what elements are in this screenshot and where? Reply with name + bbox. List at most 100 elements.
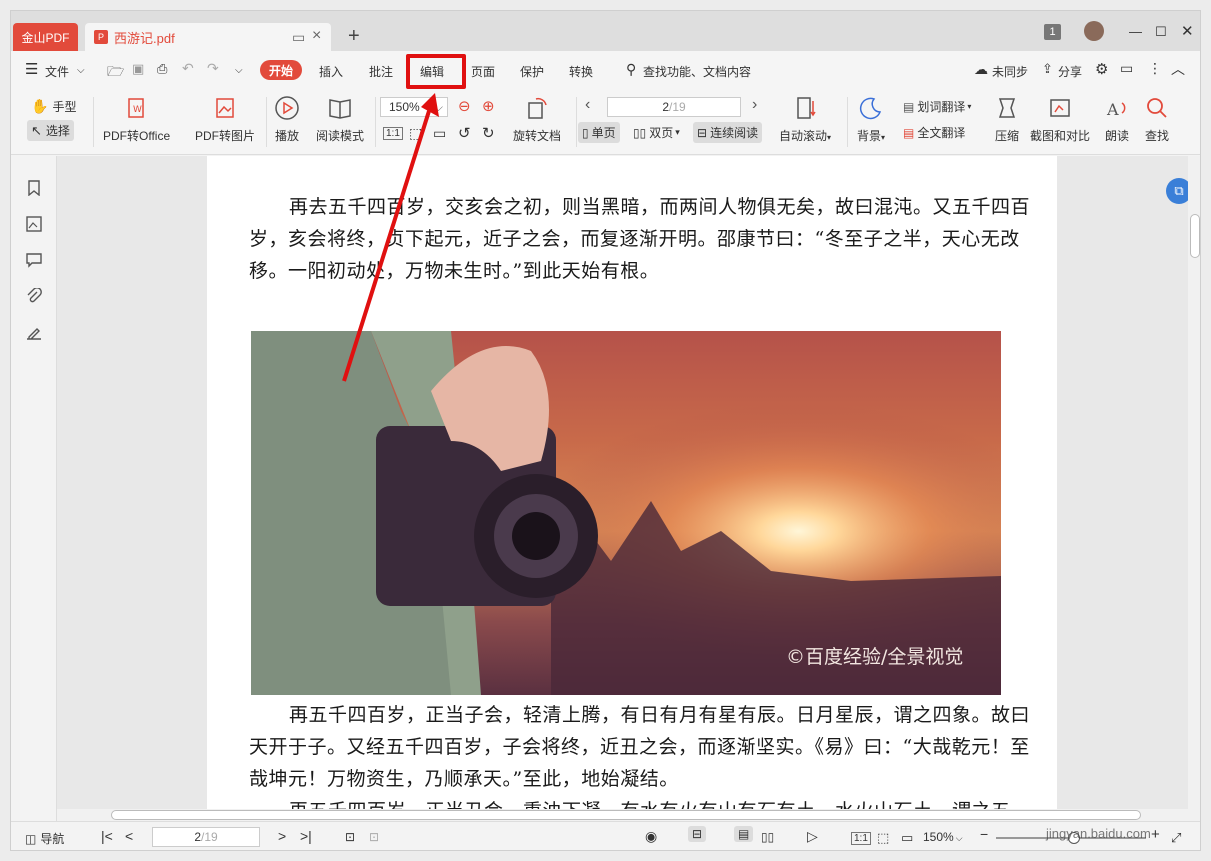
last-page-icon[interactable]: >| [300,828,312,844]
float-window-icon[interactable]: ▭ [292,29,305,46]
prev-page-icon[interactable]: ‹ [585,96,590,114]
paragraph: 再去五千四百岁，交亥会之初，则当黑暗，而两间人物俱无矣，故曰混沌。又五千四百岁，… [249,196,1031,282]
word-translate-button[interactable]: ▤ 划词翻译 ▾ [903,98,971,115]
page-input[interactable]: 2/19 [152,827,260,847]
ai-assistant-icon[interactable]: ⧉ [1166,178,1188,204]
auto-scroll-button[interactable]: 自动滚动▾ [779,95,831,144]
rotate-left-icon[interactable]: ↺ [458,124,471,142]
navigation-toggle[interactable]: ◫ 导航 [25,830,64,847]
actual-size-icon[interactable]: 1:1 [851,832,871,845]
sync-status[interactable]: 未同步 [992,63,1028,80]
minimize-icon[interactable]: — [1129,24,1142,39]
fullscreen-icon[interactable]: ⤢ [1171,830,1181,846]
page-current: 2 [662,100,669,114]
file-menu[interactable]: 文件 [45,63,69,80]
compress-button[interactable]: 压缩 [994,95,1020,144]
full-translate-button[interactable]: ▤ 全文翻译 [903,124,965,141]
divider [576,97,577,147]
close-window-icon[interactable]: ✕ [1181,22,1194,40]
read-aloud-button[interactable]: A 朗读 [1104,95,1130,144]
message-icon[interactable]: ▭ [1120,60,1133,77]
single-page-mode-icon[interactable]: ▤ [734,826,754,842]
signature-icon[interactable] [24,322,44,342]
pdf-to-image-button[interactable]: PDF转图片 [195,95,255,144]
word-translate-label: 划词翻译 [917,100,966,114]
thumbnail-icon[interactable] [24,214,44,234]
pdf-to-office-button[interactable]: W PDF转Office [103,95,170,144]
select-tool[interactable]: ↖ 选择 [27,120,74,141]
actual-size-icon[interactable]: 1:1 [383,127,403,140]
zoom-out-icon[interactable]: − [980,826,988,842]
rotate-right-icon[interactable]: ↻ [482,124,495,142]
document-view[interactable]: 再去五千四百岁，交亥会之初，则当黑暗，而两间人物俱无矣，故曰混沌。又五千四百岁，… [57,156,1188,821]
settings-icon[interactable]: ⚙ [1095,60,1108,78]
collapse-ribbon-icon[interactable]: ︿ [1171,59,1185,79]
hand-tool[interactable]: ✋ 手型 [31,98,76,115]
vertical-scrollbar[interactable] [1188,156,1200,821]
back-icon[interactable]: ⊡ [345,830,355,844]
zoom-in-icon[interactable]: + [1151,826,1160,843]
horizontal-scroll-thumb[interactable] [111,810,1141,820]
tab-convert[interactable]: 转换 [569,63,593,80]
fit-width-icon[interactable]: ▭ [433,125,446,142]
horizontal-scrollbar[interactable] [57,809,1188,821]
print-icon[interactable]: ⎙ [157,61,167,77]
zoom-select[interactable]: 150% ⌵ [380,97,448,117]
tab-page[interactable]: 页面 [471,63,495,80]
undo-icon[interactable]: ↶ [182,60,194,77]
new-tab-button[interactable]: + [348,25,360,48]
comment-icon[interactable] [24,250,44,270]
tab-start[interactable]: 开始 [260,60,302,80]
page-input[interactable]: 2/19 [607,97,741,117]
avatar[interactable] [1084,21,1104,41]
fit-page-icon[interactable]: ⬚ [877,830,889,846]
fit-page-icon[interactable]: ⬚ [409,125,422,142]
maximize-icon[interactable]: ☐ [1155,24,1167,40]
zoom-level[interactable]: 150% ⌵ [923,830,963,844]
chevron-down-icon: ▾ [675,127,680,137]
continuous-mode-icon[interactable]: ⊟ [688,826,707,842]
vertical-scroll-thumb[interactable] [1190,214,1200,258]
sunset-camera-illustration: ©百度经验/全景视觉 [251,331,1001,695]
attachment-icon[interactable] [24,286,44,306]
redo-icon[interactable]: ↷ [207,60,219,77]
first-page-icon[interactable]: |< [101,828,113,844]
save-icon[interactable]: ▣ [132,61,144,77]
share-button[interactable]: 分享 [1058,63,1082,80]
tab-annotate[interactable]: 批注 [369,63,393,80]
crop-compare-button[interactable]: 截图和对比 [1030,95,1090,144]
find-button[interactable]: 查找 [1144,95,1170,144]
double-page-mode-icon[interactable]: ▯▯ [761,830,774,844]
quick-access-dropdown-icon[interactable]: ⌵ [235,65,243,76]
open-icon[interactable]: 🗁 [107,61,124,85]
play-icon[interactable]: ▷ [807,828,818,845]
rotate-document-button[interactable]: 旋转文档 [513,95,561,144]
zoom-in-icon[interactable]: ⊕ [482,97,495,115]
hamburger-icon[interactable]: ☰ [25,60,38,78]
more-icon[interactable]: ⋮ [1148,60,1162,77]
fit-width-icon[interactable]: ▭ [901,830,913,846]
feature-search[interactable]: 查找功能、文档内容 [643,63,751,80]
forward-icon[interactable]: ⊡ [369,830,379,844]
chevron-down-icon[interactable]: ⌵ [77,65,85,76]
single-page-button[interactable]: ▯ 单页 [578,122,620,143]
prev-page-icon[interactable]: < [125,828,133,844]
double-page-button[interactable]: ▯▯ 双页 ▾ [633,124,680,141]
play-button[interactable]: 播放 [274,95,300,144]
bookmark-icon[interactable] [24,178,44,198]
svg-text:A: A [1106,100,1119,119]
zoom-out-icon[interactable]: ⊖ [458,97,471,115]
close-tab-icon[interactable]: × [312,27,321,45]
app-tab[interactable]: 金山PDF [13,23,78,51]
find-label: 查找 [1144,129,1169,143]
status-bar: ◫ 导航 |< < 2/19 > >| ⊡ ⊡ ◉ ⊟ ▤ ▯▯ ▷ 1:1 ⬚ … [11,821,1200,850]
next-page-icon[interactable]: > [278,828,286,844]
tab-protect[interactable]: 保护 [520,63,544,80]
eye-care-icon[interactable]: ◉ [645,828,657,845]
tab-insert[interactable]: 插入 [319,63,343,80]
continuous-read-button[interactable]: ⊟ 连续阅读 [693,122,763,143]
background-button[interactable]: 背景▾ [857,95,885,144]
doc-tab[interactable]: P 西游记.pdf ▭ × [85,23,331,51]
read-mode-button[interactable]: 阅读模式 [316,95,364,144]
next-page-icon[interactable]: › [752,96,757,114]
